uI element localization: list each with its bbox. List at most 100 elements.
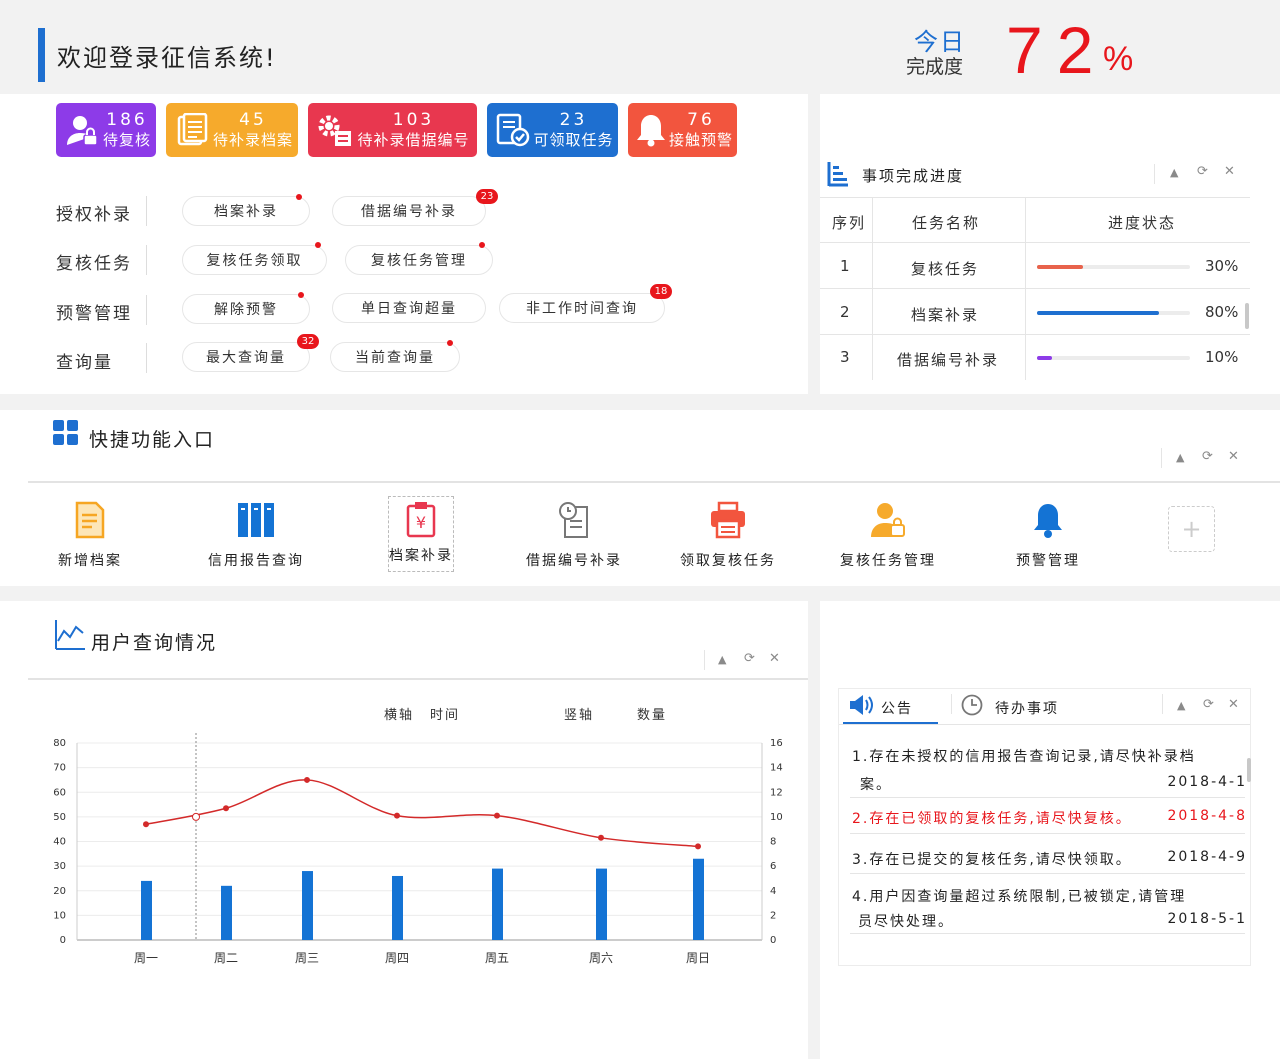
completion-label: 完成度 [906,56,964,78]
stat-value: 103 [392,110,435,130]
close-icon[interactable]: ✕ [1228,697,1239,712]
link-review-manage[interactable]: 复核任务管理 [345,245,493,275]
line-point [394,812,400,819]
link-max-queries[interactable]: 最大查询量 [182,342,310,372]
refresh-icon[interactable]: ⟳ [1197,164,1208,179]
y-tick-label-right: 16 [770,738,783,749]
y-tick-label-right: 12 [770,787,783,798]
progress-fill [1037,265,1083,269]
notice-text: 4.用户因查询量超过系统限制,已被锁定,请管理 [852,889,1187,905]
link-off-hours-query[interactable]: 非工作时间查询 [499,293,665,323]
quick-review-task-manage[interactable]: 复核任务管理 [835,498,941,570]
count-badge: 32 [297,334,319,349]
new-dot [447,340,453,346]
y-tick-label-left: 60 [53,787,66,798]
link-current-queries[interactable]: 当前查询量 [330,342,460,372]
count-badge: 23 [476,189,498,204]
divider [951,694,952,714]
completion-value: 72 [1006,13,1108,87]
quick-label: 新增档案 [58,553,122,569]
new-dot [298,292,304,298]
svg-text:¥: ¥ [416,513,426,532]
collapse-icon[interactable]: ▲ [1176,451,1184,464]
y-tick-label-right: 0 [770,935,776,946]
divider [146,196,147,226]
notice-date: 2018-5-1 [1167,911,1247,927]
line-point [304,776,310,783]
notice-text: 1.存在未授权的信用报告查询记录,请尽快补录档 [852,749,1196,765]
x-tick-label: 周三 [295,951,319,965]
tab-notice[interactable]: 公告 [881,698,913,718]
line-point [695,843,701,850]
row-name: 借据编号补录 [897,351,1000,369]
stat-card-claimable-tasks[interactable]: 23 可领取任务 [487,103,618,157]
collapse-icon[interactable]: ▲ [1177,699,1185,712]
line-series [145,779,699,848]
x-tick-label: 周四 [385,951,409,965]
divider [146,245,147,275]
document-icon [172,110,212,150]
quick-label: 预警管理 [1016,553,1080,569]
y-tick-label-left: 80 [53,738,66,749]
collapse-icon[interactable]: ▲ [1170,166,1178,179]
quick-label: 领取复核任务 [680,553,776,569]
bar [302,871,313,940]
stat-card-pending-archive[interactable]: 45 待补录档案 [166,103,298,157]
divider [839,724,1250,725]
y-tick-label-left: 30 [53,861,66,872]
speaker-icon [849,694,875,720]
quick-archive-supplement[interactable]: ¥ 档案补录 [388,496,454,572]
quick-credit-report-query[interactable]: 信用报告查询 [200,498,312,570]
scrollbar[interactable] [1245,303,1249,329]
category-label: 复核任务 [56,254,132,274]
notice-date: 2018-4-1 [1167,774,1247,790]
quick-alert-manage[interactable]: 预警管理 [1010,498,1086,570]
quick-label: 复核任务管理 [840,553,936,569]
divider [146,343,147,373]
x-tick-label: 周五 [485,951,509,965]
link-review-claim[interactable]: 复核任务领取 [182,245,327,275]
link-daily-over-limit[interactable]: 单日查询超量 [332,293,486,323]
y-tick-label-left: 50 [53,812,66,823]
scrollbar[interactable] [1247,758,1251,782]
line-point [494,812,500,819]
line-point [143,821,149,828]
bar [221,885,232,940]
bell-icon [634,110,669,150]
divider [146,295,147,325]
bar [596,868,607,940]
link-archive-supplement[interactable]: 档案补录 [182,196,310,226]
divider [820,334,1250,335]
quick-new-archive[interactable]: 新增档案 [50,498,130,570]
notice-text-cont: 案。 [860,777,892,793]
y-tick-label-right: 4 [770,886,776,897]
user-lock-icon [62,110,102,150]
category-label: 查询量 [56,353,113,373]
stat-card-alerts[interactable]: 76 接触预警 [628,103,737,157]
bar [492,868,503,940]
x-tick-label: 周一 [134,951,158,965]
column-header: 序列 [832,214,867,232]
count-badge: 18 [650,284,672,299]
link-loan-number-supplement[interactable]: 借据编号补录 [332,196,486,226]
divider [872,197,873,380]
close-icon[interactable]: ✕ [1228,449,1239,464]
divider [1154,164,1155,184]
stat-card-pending-review[interactable]: 186 待复核 [56,103,156,157]
link-clear-alert[interactable]: 解除预警 [182,294,310,324]
close-icon[interactable]: ✕ [1224,164,1235,179]
refresh-icon[interactable]: ⟳ [1202,449,1213,464]
notice-text: 2.存在已领取的复核任务,请尽快复核。 [852,811,1132,827]
divider [1161,448,1162,468]
stat-card-pending-loan-number[interactable]: 103 待补录借据编号 [308,103,477,157]
y-tick-label-right: 14 [770,763,783,774]
quick-claim-review-task[interactable]: 领取复核任务 [677,498,779,570]
quick-loan-number-supplement[interactable]: 借据编号补录 [521,498,627,570]
bar-list-icon [827,161,849,191]
notice-text: 3.存在已提交的复核任务,请尽快领取。 [852,852,1132,868]
tab-todo[interactable]: 待办事项 [995,698,1059,718]
add-shortcut-button[interactable]: + [1168,506,1215,552]
refresh-icon[interactable]: ⟳ [1203,697,1214,712]
notice-date: 2018-4-9 [1167,849,1247,865]
y-tick-label-right: 8 [770,837,776,848]
